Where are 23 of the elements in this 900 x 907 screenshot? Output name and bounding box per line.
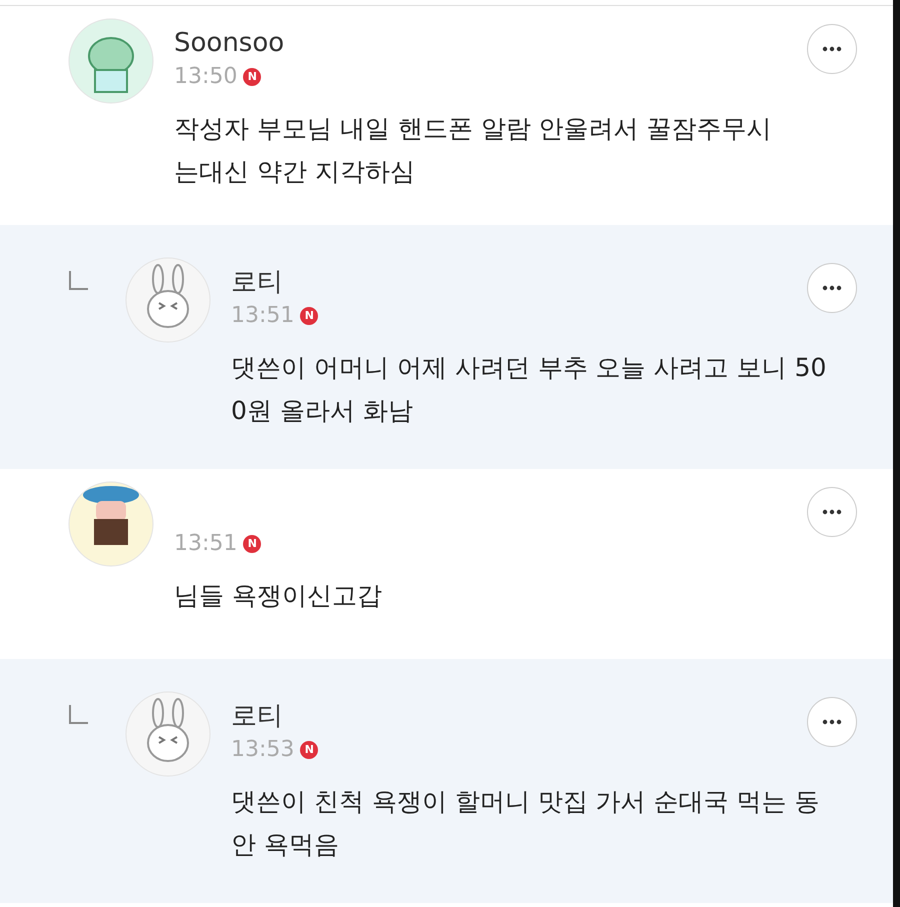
comment-time: 13:51 [231, 303, 294, 328]
more-icon [822, 46, 842, 52]
more-options-button[interactable] [807, 697, 857, 747]
new-badge: N [243, 534, 262, 552]
new-badge: N [243, 68, 262, 86]
comment-text: 작성자 부모님 내일 핸드폰 알람 안울려서 꿀잠주무시는대신 약간 지각하심 [174, 113, 773, 188]
comment-time: 13:53 [231, 737, 294, 762]
more-options-button[interactable] [807, 24, 857, 74]
comment-text: 님들 욕쟁이신고갑 [174, 580, 383, 612]
author-name: Soonsoo [174, 27, 284, 60]
comment-time: 13:50 [174, 64, 238, 89]
comment-text: 댓쓴이 친척 욕쟁이 할머니 맛집 가서 순대국 먹는 동안 욕먹음 [231, 786, 821, 861]
new-badge: N [300, 306, 318, 324]
more-icon [822, 719, 842, 725]
author-name: 로티 [231, 266, 284, 299]
new-badge: N [300, 740, 318, 758]
comment-text: 댓쓴이 어머니 어제 사려던 부추 오늘 사려고 보니 500원 올라서 화남 [231, 352, 828, 427]
more-icon [822, 285, 842, 291]
comment-time: 13:51 [174, 531, 238, 556]
more-options-button[interactable] [807, 487, 857, 537]
more-icon [822, 509, 842, 515]
more-options-button[interactable] [807, 263, 857, 313]
author-name: 로티 [231, 700, 284, 733]
